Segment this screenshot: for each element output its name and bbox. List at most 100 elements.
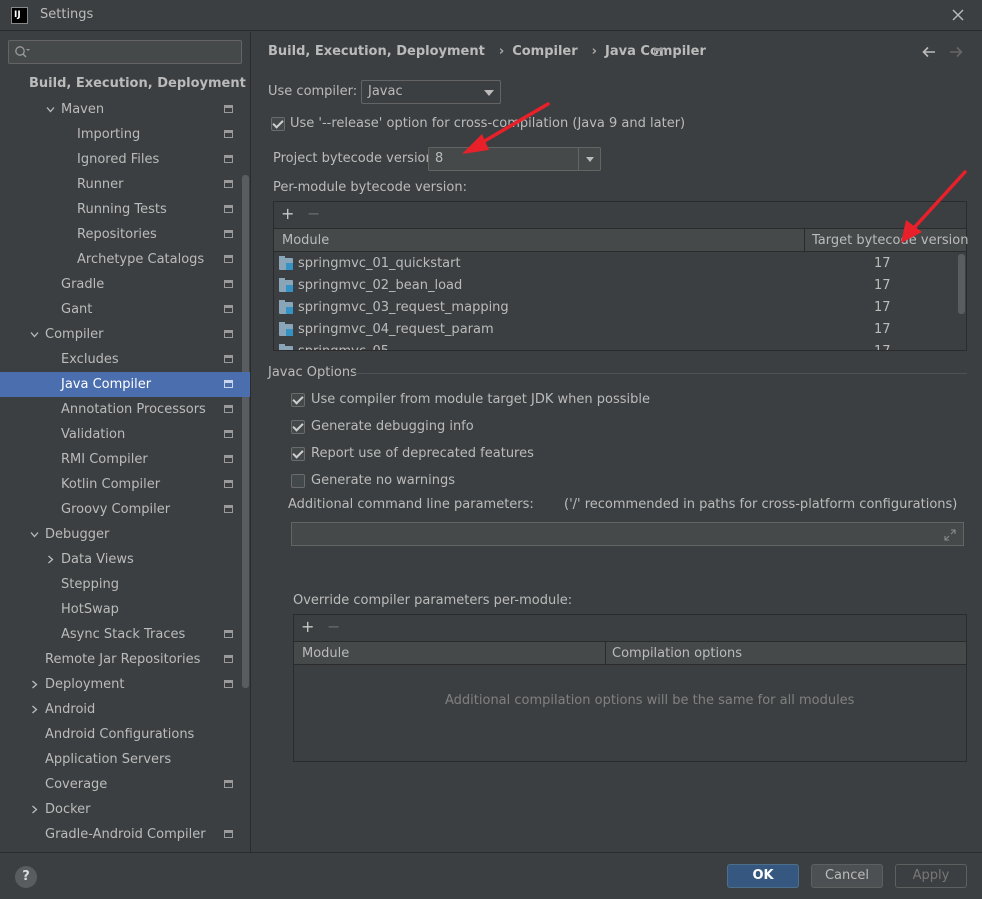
sidebar-item-rmi-compiler[interactable]: RMI Compiler	[0, 447, 250, 472]
module-version[interactable]: 17	[874, 319, 891, 341]
cancel-button[interactable]: Cancel	[811, 864, 883, 888]
chevron-down-icon[interactable]	[46, 105, 55, 114]
sidebar-item-gradle[interactable]: Gradle	[0, 272, 250, 297]
additional-params-input[interactable]	[291, 522, 964, 546]
project-settings-icon	[224, 405, 233, 413]
sidebar-item-label: Debugger	[45, 527, 110, 542]
additional-params-label: Additional command line parameters:	[288, 497, 534, 512]
chevron-down-icon[interactable]	[30, 530, 39, 539]
breadcrumb-item[interactable]: Build, Execution, Deployment	[268, 44, 485, 59]
sidebar-item-label: Gant	[61, 302, 93, 317]
project-settings-icon	[224, 280, 233, 288]
sidebar-item-gant[interactable]: Gant	[0, 297, 250, 322]
table-row[interactable]: springmvc_04_request_param 17	[274, 319, 956, 341]
sidebar-item-coverage[interactable]: Coverage	[0, 772, 250, 797]
sidebar-item-running-tests[interactable]: Running Tests	[0, 197, 250, 222]
module-list: springmvc_01_quickstart 17 springmvc_02_b…	[274, 253, 966, 350]
module-version[interactable]: 17	[874, 253, 891, 275]
remove-module-button[interactable]: −	[307, 206, 320, 222]
sidebar-item-android-configurations[interactable]: Android Configurations	[0, 722, 250, 747]
remove-override-button[interactable]: −	[327, 619, 340, 635]
sidebar-item-repositories[interactable]: Repositories	[0, 222, 250, 247]
table-row[interactable]: springmvc_05 17	[274, 341, 956, 350]
sidebar-item-build-execution-deployment[interactable]: Build, Execution, Deployment	[0, 71, 250, 96]
debugging-info-checkbox[interactable]	[291, 420, 305, 434]
chevron-right-icon[interactable]	[30, 705, 39, 714]
table-scrollbar[interactable]	[958, 254, 965, 314]
sidebar-item-application-servers[interactable]: Application Servers	[0, 747, 250, 772]
chevron-right-icon[interactable]	[30, 805, 39, 814]
table-row[interactable]: springmvc_03_request_mapping 17	[274, 297, 956, 319]
add-module-button[interactable]: +	[281, 206, 294, 222]
deprecated-features-checkbox[interactable]	[291, 447, 305, 461]
module-icon	[279, 256, 293, 270]
sidebar-item-groovy-compiler[interactable]: Groovy Compiler	[0, 497, 250, 522]
sidebar-item-debugger[interactable]: Debugger	[0, 522, 250, 547]
table-row[interactable]: springmvc_02_bean_load 17	[274, 275, 956, 297]
project-bytecode-dropdown-button[interactable]	[578, 148, 600, 170]
module-version[interactable]: 17	[874, 275, 891, 297]
table-row[interactable]: springmvc_01_quickstart 17	[274, 253, 956, 275]
use-compiler-dropdown[interactable]: Javac	[361, 80, 501, 104]
sidebar-item-android[interactable]: Android	[0, 697, 250, 722]
module-version[interactable]: 17	[874, 297, 891, 319]
chevron-right-icon[interactable]	[46, 555, 55, 564]
sidebar-item-label: Ignored Files	[77, 152, 160, 167]
sidebar-item-label: Archetype Catalogs	[77, 252, 205, 267]
breadcrumb-item[interactable]: Compiler	[512, 44, 577, 59]
sidebar-item-deployment[interactable]: Deployment	[0, 672, 250, 697]
project-settings-icon	[224, 330, 233, 338]
project-settings-icon	[224, 630, 233, 638]
empty-table-text: Additional compilation options will be t…	[445, 693, 855, 708]
sidebar-item-ignored-files[interactable]: Ignored Files	[0, 147, 250, 172]
column-header-target-bytecode[interactable]: Target bytecode version	[812, 233, 969, 248]
sidebar-item-validation[interactable]: Validation	[0, 422, 250, 447]
sidebar-item-async-stack-traces[interactable]: Async Stack Traces	[0, 622, 250, 647]
sidebar-item-importing[interactable]: Importing	[0, 122, 250, 147]
table-toolbar: + −	[274, 202, 966, 228]
apply-button[interactable]: Apply	[895, 864, 967, 888]
sidebar-item-runner[interactable]: Runner	[0, 172, 250, 197]
sidebar-item-compiler[interactable]: Compiler	[0, 322, 250, 347]
expand-icon[interactable]	[944, 529, 956, 541]
back-arrow-icon[interactable]	[921, 44, 937, 60]
project-settings-icon	[224, 130, 233, 138]
column-header-module[interactable]: Module	[302, 646, 349, 661]
chevron-right-icon[interactable]	[30, 680, 39, 689]
project-settings-icon	[224, 355, 233, 363]
help-button[interactable]: ?	[15, 866, 37, 888]
project-settings-icon	[224, 680, 233, 688]
no-warnings-checkbox[interactable]	[291, 474, 305, 488]
project-bytecode-combo[interactable]: 8	[428, 147, 601, 171]
sidebar-item-remote-jar-repositories[interactable]: Remote Jar Repositories	[0, 647, 250, 672]
sidebar-item-stepping[interactable]: Stepping	[0, 572, 250, 597]
forward-arrow-icon[interactable]	[948, 44, 964, 60]
table-header: Module Compilation options	[294, 641, 966, 665]
column-header-compilation-options[interactable]: Compilation options	[612, 646, 742, 661]
chevron-down-icon[interactable]	[30, 330, 39, 339]
project-settings-icon	[224, 430, 233, 438]
add-override-button[interactable]: +	[301, 619, 314, 635]
module-version[interactable]: 17	[874, 341, 891, 350]
sidebar-item-hotswap[interactable]: HotSwap	[0, 597, 250, 622]
column-header-module[interactable]: Module	[282, 233, 329, 248]
project-settings-icon	[224, 205, 233, 213]
sidebar-item-data-views[interactable]: Data Views	[0, 547, 250, 572]
use-module-jdk-checkbox[interactable]	[291, 393, 305, 407]
ok-button[interactable]: OK	[727, 864, 799, 888]
sidebar-item-annotation-processors[interactable]: Annotation Processors	[0, 397, 250, 422]
sidebar-item-java-compiler[interactable]: Java Compiler	[0, 372, 250, 397]
sidebar-item-label: HotSwap	[61, 602, 119, 617]
sidebar-item-excludes[interactable]: Excludes	[0, 347, 250, 372]
project-settings-icon	[224, 480, 233, 488]
column-divider[interactable]	[605, 642, 606, 665]
sidebar-item-maven[interactable]: Maven	[0, 97, 250, 122]
column-divider[interactable]	[804, 229, 805, 252]
close-icon[interactable]	[950, 7, 966, 23]
release-option-checkbox[interactable]	[271, 117, 285, 131]
sidebar-item-gradle-android-compiler[interactable]: Gradle-Android Compiler	[0, 822, 250, 847]
sidebar-item-kotlin-compiler[interactable]: Kotlin Compiler	[0, 472, 250, 497]
sidebar-item-docker[interactable]: Docker	[0, 797, 250, 822]
search-input[interactable]	[8, 40, 242, 64]
sidebar-item-archetype-catalogs[interactable]: Archetype Catalogs	[0, 247, 250, 272]
